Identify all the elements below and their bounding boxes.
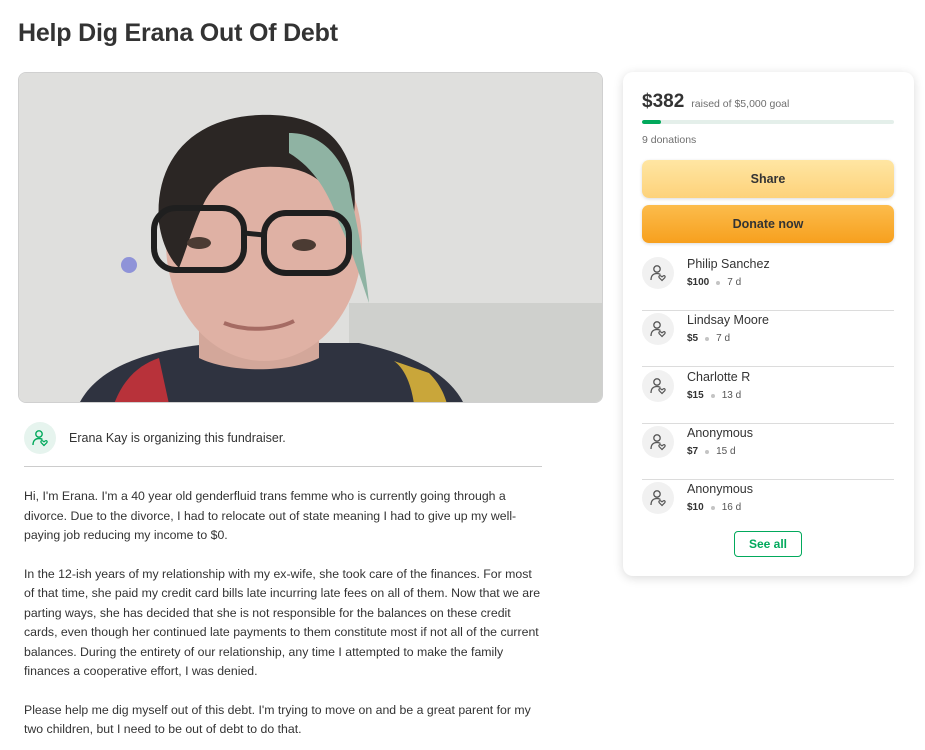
donor-amount: $15: [687, 390, 704, 401]
donor-name: Philip Sanchez: [687, 257, 770, 271]
campaign-story: Hi, I'm Erana. I'm a 40 year old genderf…: [24, 487, 544, 750]
organizer-photo-image: [19, 73, 602, 402]
donor-time: 15 d: [716, 446, 736, 457]
donor-amount: $7: [687, 446, 699, 457]
progress-bar: [642, 120, 894, 124]
donation-panel: $382 raised of $5,000 goal 9 donations S…: [623, 72, 914, 576]
divider: [24, 466, 542, 467]
donation-count: 9 donations: [642, 134, 697, 146]
share-button[interactable]: Share: [642, 160, 894, 198]
donor-meta: $10 16 d: [687, 502, 741, 513]
donor-meta: $15 13 d: [687, 390, 741, 401]
donor-amount: $100: [687, 277, 710, 288]
donor-time: 7 d: [716, 333, 731, 344]
user-heart-icon: [642, 426, 674, 458]
donor-meta: $5 7 d: [687, 333, 730, 344]
donor-name: Charlotte R: [687, 370, 751, 384]
separator-dot: [710, 393, 715, 398]
donate-now-button[interactable]: Donate now: [642, 205, 894, 243]
separator-dot: [710, 505, 715, 510]
story-paragraph: Please help me dig myself out of this de…: [24, 702, 531, 737]
divider: [642, 366, 894, 367]
story-paragraph: In the 12-ish years of my relationship w…: [24, 566, 541, 679]
raised-goal: raised of $5,000 goal: [691, 98, 790, 110]
page-title: Help Dig Erana Out Of Debt: [18, 19, 338, 47]
hero-photo: [18, 72, 603, 403]
separator-dot: [705, 449, 710, 454]
donor-item: Philip Sanchez $100 7 d: [642, 255, 894, 311]
separator-dot: [716, 280, 721, 285]
donor-item: Lindsay Moore $5 7 d: [642, 311, 894, 367]
user-heart-icon: [642, 313, 674, 345]
raised-amount: $382: [642, 91, 685, 112]
donor-name: Anonymous: [687, 482, 754, 496]
organizer-info: Erana Kay is organizing this fundraiser.: [24, 422, 542, 468]
user-heart-icon: [642, 370, 674, 402]
raised-summary: $382 raised of $5,000 goal: [642, 91, 789, 113]
see-all-button[interactable]: See all: [734, 531, 802, 557]
donor-meta: $100 7 d: [687, 277, 741, 288]
user-heart-icon: [642, 257, 674, 289]
progress-bar-fill: [642, 120, 662, 124]
donor-name: Lindsay Moore: [687, 313, 769, 327]
donor-item: Anonymous $7 15 d: [642, 424, 894, 480]
user-heart-icon: [642, 482, 674, 514]
donor-amount: $5: [687, 333, 699, 344]
donor-meta: $7 15 d: [687, 446, 736, 457]
donor-time: 13 d: [721, 390, 742, 401]
donor-time: 16 d: [721, 502, 742, 513]
donor-amount: $10: [687, 502, 704, 513]
separator-dot: [705, 336, 710, 341]
user-heart-icon: [24, 422, 56, 454]
organizer-text: Erana Kay is organizing this fundraiser.: [69, 431, 286, 445]
donor-name: Anonymous: [687, 426, 754, 440]
donor-time: 7 d: [727, 277, 742, 288]
story-paragraph: Hi, I'm Erana. I'm a 40 year old genderf…: [24, 489, 517, 542]
donor-item: Charlotte R $15 13 d: [642, 368, 894, 424]
donor-item: Anonymous $10 16 d: [642, 480, 894, 520]
